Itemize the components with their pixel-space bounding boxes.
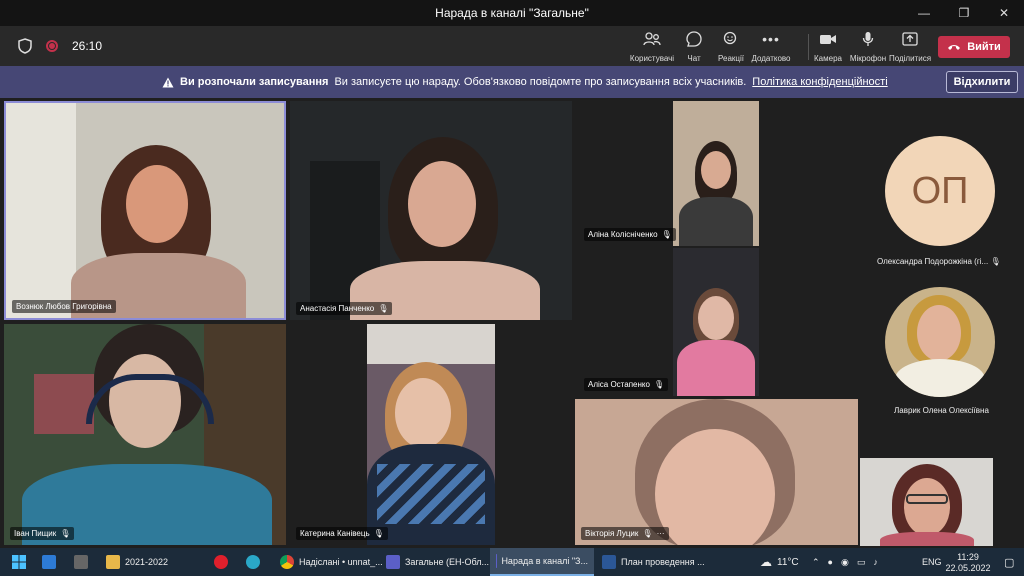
participant-name-tag: Анастасія Панченко 🎙 bbox=[296, 302, 393, 315]
taskbar-item-teams-meeting[interactable]: Нарада в каналі "З... bbox=[490, 548, 594, 576]
video-tile[interactable]: Аліна Колісніченко 🎙 bbox=[578, 101, 858, 246]
participant-avatar[interactable] bbox=[885, 287, 995, 397]
dismiss-button[interactable]: Відхилити bbox=[946, 71, 1018, 93]
participant-avatar[interactable]: ОП bbox=[885, 136, 995, 246]
windows-logo-icon bbox=[12, 555, 26, 569]
roster-name: Олександра Подорожкіна (гі... 🎙 bbox=[877, 257, 1001, 266]
people-icon bbox=[643, 32, 661, 46]
mic-muted-icon: 🎙 bbox=[990, 257, 1001, 266]
teams-icon bbox=[386, 555, 400, 569]
more-label: Додатково bbox=[751, 54, 791, 63]
weather-widget[interactable]: ☁ 11°C bbox=[760, 548, 799, 576]
leave-button[interactable]: Вийти bbox=[938, 36, 1010, 58]
chevron-up-icon: ⌃ bbox=[812, 556, 820, 567]
mic-muted-icon: 🎙 bbox=[378, 304, 389, 313]
more-icon: ••• bbox=[762, 31, 780, 47]
video-tile[interactable]: Вознюк Любов Григорівна bbox=[4, 101, 286, 320]
mic-muted-icon: 🎙 bbox=[661, 230, 672, 239]
word-icon bbox=[602, 555, 616, 569]
banner-text: Ви розпочали записування Ви записуєте цю… bbox=[162, 76, 888, 88]
share-label: Поділитися bbox=[888, 54, 932, 63]
close-button[interactable]: ✕ bbox=[984, 0, 1024, 26]
banner-title: Ви розпочали записування bbox=[180, 76, 329, 88]
tray-app-icon: ● bbox=[827, 557, 833, 567]
people-label: Користувачі bbox=[629, 54, 675, 63]
share-button[interactable]: Поділитися bbox=[885, 30, 935, 63]
network-icon: ▭ bbox=[856, 556, 866, 567]
phone-hangup-icon bbox=[948, 45, 961, 50]
volume-icon: ♪ bbox=[873, 557, 878, 567]
taskbar-item-teams-channel[interactable]: Загальне (ЕН-Обл... bbox=[386, 548, 489, 576]
meeting-timer: 26:10 bbox=[72, 39, 103, 53]
system-tray[interactable]: ⌃ ● ◉ ▭ ♪ bbox=[812, 548, 878, 576]
video-tile[interactable]: Вікторія Луцик 🎙 ··· bbox=[575, 399, 858, 545]
start-button[interactable] bbox=[12, 548, 26, 576]
taskbar-item-word[interactable]: План проведення ... bbox=[602, 548, 705, 576]
title-bar: Нарада в каналі "Загальне" — ❐ ✕ bbox=[0, 0, 1024, 26]
privacy-policy-link[interactable]: Політика конфіденційності bbox=[752, 76, 887, 88]
video-tile[interactable]: Анастасія Панченко 🎙 bbox=[290, 101, 572, 320]
maximize-button[interactable]: ❐ bbox=[944, 0, 984, 26]
calculator-icon[interactable] bbox=[74, 548, 88, 576]
video-tile[interactable]: Аліса Остапенко 🎙 bbox=[578, 248, 858, 396]
reactions-label: Реакції bbox=[718, 54, 744, 63]
banner-message: Ви записуєте цю нараду. Обов'язково пові… bbox=[334, 76, 747, 88]
meeting-toolbar: 26:10 Користувачі Чат Реакції ••• Додатк… bbox=[0, 26, 1024, 66]
notifications-icon[interactable]: ▢ bbox=[1004, 548, 1014, 576]
recording-icon bbox=[46, 40, 58, 52]
reactions-icon bbox=[723, 31, 737, 45]
store-icon[interactable] bbox=[42, 548, 56, 576]
microphone-icon bbox=[862, 32, 874, 46]
meeting-info: 26:10 bbox=[18, 26, 102, 66]
window-controls: — ❐ ✕ bbox=[904, 0, 1024, 26]
taskbar-item-chrome[interactable]: Надіслані • unnat_... bbox=[280, 548, 383, 576]
folder-icon bbox=[106, 555, 120, 569]
leave-label: Вийти bbox=[967, 41, 1001, 53]
chat-icon bbox=[686, 31, 702, 47]
participant-name-tag: Катерина Канівець 🎙 bbox=[296, 527, 388, 540]
windows-taskbar: 2021-2022 Надіслані • unnat_... Загальне… bbox=[0, 548, 1024, 576]
microphone-label: Мікрофон bbox=[849, 54, 887, 63]
recording-banner: Ви розпочали записування Ви записуєте цю… bbox=[0, 66, 1024, 98]
camera-icon bbox=[820, 35, 836, 44]
participant-name-tag: Вознюк Любов Григорівна bbox=[12, 300, 116, 313]
roster-name: Лаврик Олена Олексіївна bbox=[894, 406, 989, 415]
more-options-icon[interactable]: ··· bbox=[657, 529, 665, 538]
video-tile[interactable]: Іван Пищик 🎙 bbox=[4, 324, 286, 545]
video-tile[interactable]: Катерина Канівець 🎙 bbox=[290, 324, 572, 545]
edge-icon[interactable] bbox=[246, 548, 260, 576]
mic-muted-icon: 🎙 bbox=[642, 529, 653, 538]
minimize-button[interactable]: — bbox=[904, 0, 944, 26]
mic-muted-icon: 🎙 bbox=[373, 529, 384, 538]
self-view-tile[interactable] bbox=[860, 458, 993, 546]
taskbar-item-folder[interactable]: 2021-2022 bbox=[106, 548, 168, 576]
window-title: Нарада в каналі "Загальне" bbox=[435, 6, 589, 20]
warning-icon bbox=[162, 77, 174, 87]
participant-name-tag: Аліса Остапенко 🎙 bbox=[584, 378, 669, 391]
cloud-icon: ☁ bbox=[760, 555, 772, 569]
mic-muted-icon: 🎙 bbox=[60, 529, 71, 538]
clock[interactable]: 11:29 22.05.2022 bbox=[945, 548, 990, 576]
shield-icon[interactable] bbox=[18, 38, 32, 54]
avatar-initials: ОП bbox=[911, 169, 969, 212]
mic-muted-icon: 🎙 bbox=[653, 380, 665, 389]
language-indicator[interactable]: ENG bbox=[922, 548, 942, 576]
share-icon bbox=[902, 32, 918, 46]
tray-app-icon: ◉ bbox=[840, 556, 849, 567]
more-button[interactable]: ••• Додатково bbox=[746, 30, 796, 63]
chrome-icon bbox=[280, 555, 294, 569]
participant-name-tag: Вікторія Луцик 🎙 ··· bbox=[581, 527, 669, 540]
participant-name-tag: Іван Пищик 🎙 bbox=[10, 527, 75, 540]
camera-label: Камера bbox=[814, 54, 842, 63]
participant-name-tag: Аліна Колісніченко 🎙 bbox=[584, 228, 676, 241]
opera-icon[interactable] bbox=[214, 548, 228, 576]
chat-label: Чат bbox=[687, 54, 701, 63]
